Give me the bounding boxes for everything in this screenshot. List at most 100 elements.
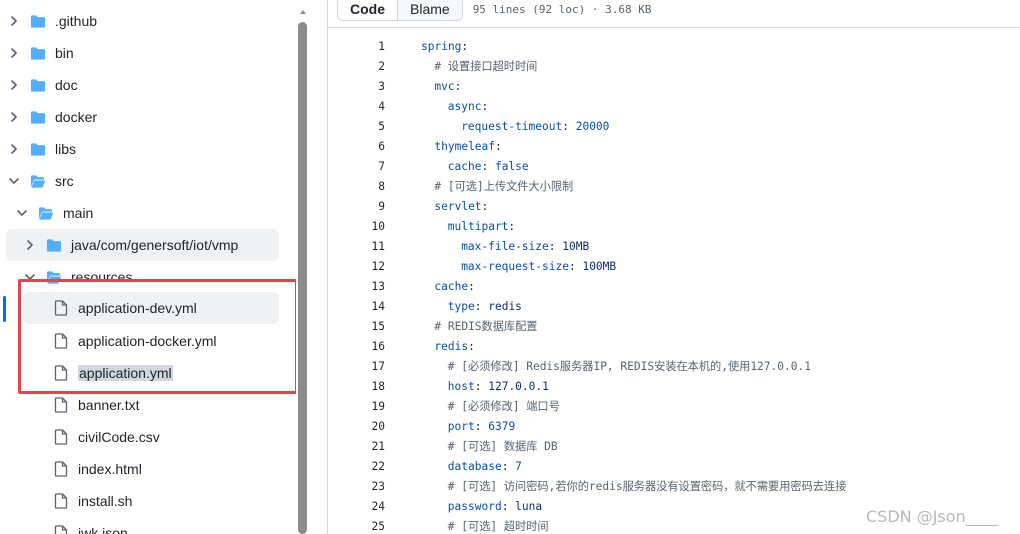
- code-key: mvc: [434, 80, 455, 93]
- file-icon: [53, 397, 69, 413]
- chevron-down-icon[interactable]: [22, 269, 38, 285]
- code-line: 17 # [必须修改] Redis服务器IP, REDIS安装在本机的,使用127…: [328, 357, 1020, 377]
- code-key: max-request-size: [461, 260, 569, 273]
- tree-scrollbar-thumb[interactable]: [298, 22, 307, 534]
- tree-file-index-html[interactable]: index.html: [53, 453, 142, 485]
- toolbar-divider: [328, 27, 1020, 28]
- tree-folder-doc[interactable]: doc: [6, 69, 78, 101]
- line-number[interactable]: 10: [328, 217, 385, 237]
- code-key: multipart: [447, 220, 509, 233]
- tree-file-install-sh[interactable]: install.sh: [53, 485, 132, 517]
- code-line: 14 type: redis: [328, 297, 1020, 317]
- code-line: 12 max-request-size: 100MB: [328, 257, 1020, 277]
- tree-folder-docker[interactable]: docker: [6, 101, 97, 133]
- code-text: multipart:: [385, 217, 515, 237]
- chevron-down-icon[interactable]: [6, 173, 22, 189]
- tree-folder-libs[interactable]: libs: [6, 133, 76, 165]
- code-line: 13 cache:: [328, 277, 1020, 297]
- code-value: luna: [515, 500, 543, 513]
- chevron-down-icon[interactable]: [14, 205, 30, 221]
- code-text: cache:: [385, 277, 474, 297]
- line-number[interactable]: 5: [328, 117, 385, 137]
- code-separator: :: [501, 500, 516, 513]
- tree-item-label: application.yml: [78, 365, 173, 381]
- line-number[interactable]: 24: [328, 497, 385, 517]
- line-number[interactable]: 9: [328, 197, 385, 217]
- line-number[interactable]: 17: [328, 357, 385, 377]
- file-icon: [53, 333, 69, 349]
- chevron-right-icon[interactable]: [22, 237, 38, 253]
- line-number[interactable]: 22: [328, 457, 385, 477]
- code-separator: :: [562, 120, 576, 133]
- line-number[interactable]: 8: [328, 177, 385, 197]
- tree-folder-github[interactable]: .github: [6, 5, 97, 37]
- line-number[interactable]: 18: [328, 377, 385, 397]
- folder-icon: [30, 45, 46, 61]
- code-text: port: 6379: [385, 417, 515, 437]
- code-text: redis:: [385, 337, 474, 357]
- line-number[interactable]: 20: [328, 417, 385, 437]
- tree-folder-java-com-genersoft-iot-vmp[interactable]: java/com/genersoft/iot/vmp: [6, 229, 279, 261]
- line-number[interactable]: 16: [328, 337, 385, 357]
- code-key: max-file-size: [461, 240, 549, 253]
- line-number[interactable]: 13: [328, 277, 385, 297]
- chevron-right-icon[interactable]: [6, 141, 22, 157]
- chevron-right-icon[interactable]: [6, 109, 22, 125]
- code-line: 6 thymeleaf:: [328, 137, 1020, 157]
- line-number[interactable]: 11: [328, 237, 385, 257]
- code-key: password: [447, 500, 502, 513]
- code-line: 4 async:: [328, 97, 1020, 117]
- file-icon: [53, 365, 69, 381]
- line-number[interactable]: 7: [328, 157, 385, 177]
- line-number[interactable]: 14: [328, 297, 385, 317]
- line-number[interactable]: 25: [328, 517, 385, 534]
- tree-folder-src[interactable]: src: [6, 165, 74, 197]
- code-separator: :: [474, 300, 489, 313]
- code-comment: # REDIS数据库配置: [434, 320, 538, 333]
- tree-folder-main[interactable]: main: [14, 197, 93, 229]
- code-viewer: Code Blame 95 lines (92 loc) · 3.68 KB 1…: [327, 0, 1020, 534]
- code-separator: :: [481, 200, 489, 213]
- code-value: 7: [515, 460, 522, 473]
- code-text: spring:: [385, 37, 468, 57]
- scroll-up-arrow-icon[interactable]: [299, 8, 307, 16]
- code-value: 127.0.0.1: [488, 380, 549, 393]
- code-comment: # [必须修改] 端口号: [447, 400, 560, 413]
- line-number[interactable]: 3: [328, 77, 385, 97]
- chevron-right-icon[interactable]: [6, 77, 22, 93]
- line-number[interactable]: 6: [328, 137, 385, 157]
- tree-file-civilcode-csv[interactable]: civilCode.csv: [53, 421, 160, 453]
- tree-file-jwk-json[interactable]: jwk.json: [53, 517, 128, 534]
- code-separator: :: [474, 420, 489, 433]
- line-number[interactable]: 21: [328, 437, 385, 457]
- line-number[interactable]: 19: [328, 397, 385, 417]
- chevron-right-icon[interactable]: [6, 45, 22, 61]
- folder-icon: [30, 77, 46, 93]
- code-line: 10 multipart:: [328, 217, 1020, 237]
- code-separator: :: [454, 80, 462, 93]
- folder-open-icon: [30, 173, 46, 189]
- chevron-right-icon[interactable]: [6, 13, 22, 29]
- code-key: cache: [447, 160, 482, 173]
- code-text: max-file-size: 10MB: [385, 237, 589, 257]
- code-tab-button[interactable]: Code: [338, 0, 398, 20]
- tree-file-banner-txt[interactable]: banner.txt: [53, 389, 140, 421]
- line-number[interactable]: 1: [328, 37, 385, 57]
- viewer-toolbar: Code Blame 95 lines (92 loc) · 3.68 KB: [328, 0, 652, 21]
- line-number[interactable]: 15: [328, 317, 385, 337]
- file-icon: [53, 461, 69, 477]
- code-key: spring: [421, 40, 462, 53]
- blame-tab-button[interactable]: Blame: [398, 0, 462, 20]
- tree-folder-resources[interactable]: resources: [22, 261, 132, 293]
- code-key: request-timeout: [461, 120, 563, 133]
- code-text: # [必须修改] Redis服务器IP, REDIS安装在本机的,使用127.0…: [385, 357, 811, 377]
- tree-file-application-dev-yml[interactable]: application-dev.yml: [23, 292, 279, 324]
- line-number[interactable]: 23: [328, 477, 385, 497]
- tree-file-application-docker-yml[interactable]: application-docker.yml: [53, 325, 217, 357]
- tree-folder-bin[interactable]: bin: [6, 37, 74, 69]
- folder-icon: [30, 109, 46, 125]
- line-number[interactable]: 4: [328, 97, 385, 117]
- line-number[interactable]: 12: [328, 257, 385, 277]
- tree-file-application-yml[interactable]: application.yml: [53, 357, 173, 389]
- line-number[interactable]: 2: [328, 57, 385, 77]
